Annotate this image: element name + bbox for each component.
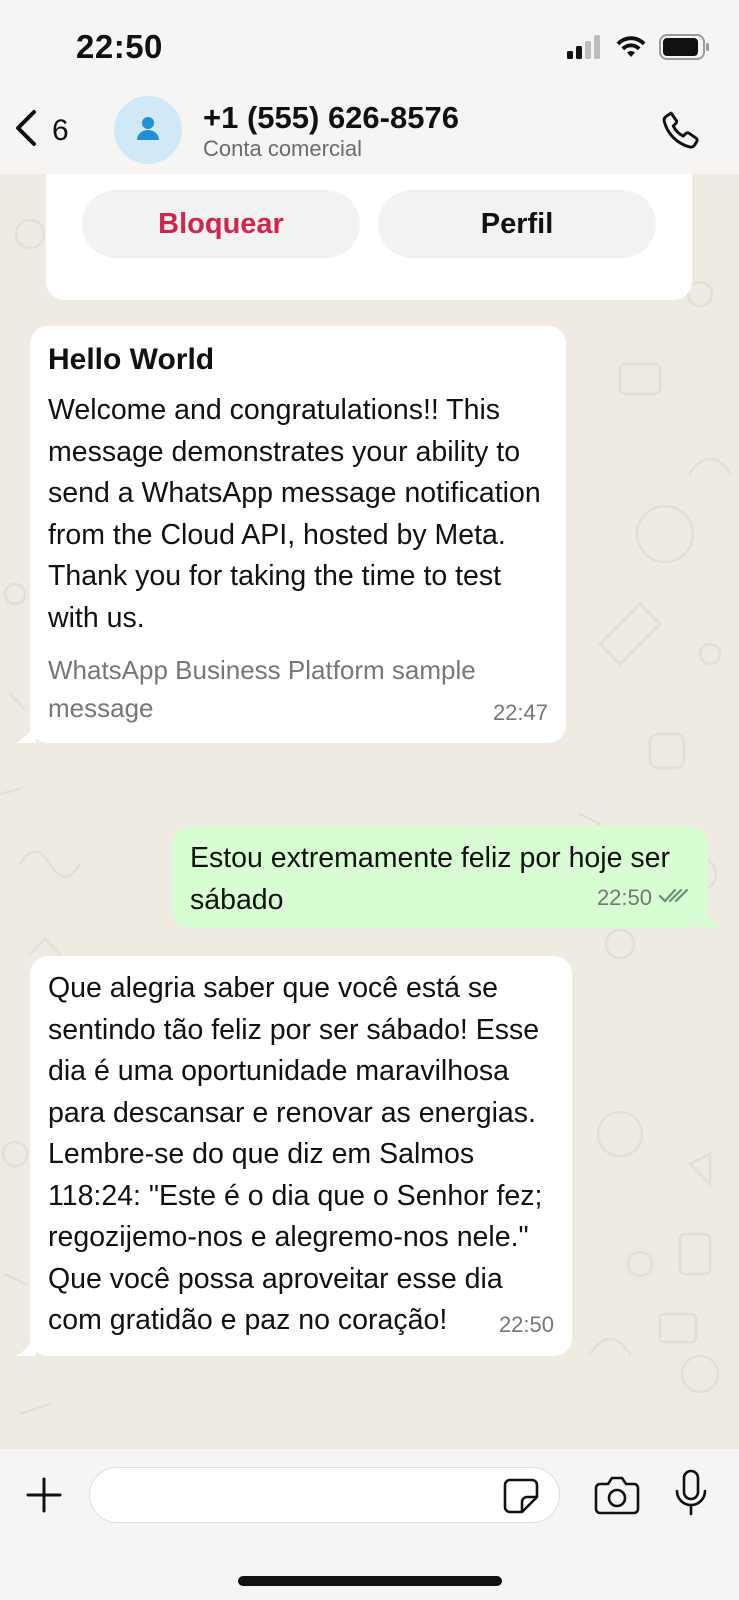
message-text: Welcome and congratulations!! This messa…	[48, 394, 541, 634]
unread-count: 6	[52, 113, 69, 147]
sticker-icon	[502, 1478, 540, 1519]
message-time: 22:50	[498, 1312, 554, 1337]
message-title: Hello World	[48, 343, 215, 376]
plus-icon	[24, 1477, 64, 1519]
contact-avatar[interactable]	[114, 96, 182, 164]
bubble-tail	[702, 906, 722, 928]
block-button[interactable]: Bloquear	[82, 190, 360, 258]
home-indicator	[238, 1576, 502, 1586]
message-bubble-outgoing[interactable]: Estou extremamente feliz por hoje ser sá…	[172, 826, 722, 928]
camera-button[interactable]	[594, 1475, 640, 1520]
camera-icon	[594, 1476, 640, 1519]
profile-button[interactable]: Perfil	[378, 190, 656, 258]
sticker-button[interactable]	[502, 1477, 540, 1520]
bubble-tail	[16, 1333, 36, 1356]
attach-button[interactable]	[24, 1475, 64, 1520]
phone-icon	[659, 111, 703, 156]
message-time: 22:50	[596, 884, 652, 910]
double-check-icon	[658, 877, 690, 919]
battery-icon	[659, 33, 711, 65]
contact-subtitle: Conta comercial	[203, 136, 362, 161]
microphone-button[interactable]	[674, 1469, 708, 1522]
wifi-icon	[615, 35, 647, 64]
signal-icon	[567, 34, 603, 64]
composer-bar	[0, 1449, 739, 1600]
message-text: Que alegria saber que você está se senti…	[48, 972, 543, 1336]
person-icon	[135, 115, 161, 146]
message-time-status: 22:50	[597, 877, 690, 919]
bubble-tail	[16, 721, 36, 743]
chat-header: 6 +1 (555) 626-8576 Conta comercial	[0, 92, 739, 174]
business-info-card: Bloquear Perfil	[46, 174, 692, 300]
message-footer: WhatsApp Business Platform sample messag…	[48, 655, 476, 723]
status-time: 22:50	[76, 28, 163, 65]
chevron-left-icon	[12, 108, 38, 153]
message-bubble-incoming[interactable]: Que alegria saber que você está se senti…	[16, 956, 572, 1356]
voice-call-button[interactable]	[659, 108, 703, 157]
status-icons	[567, 33, 711, 65]
message-input[interactable]	[89, 1467, 560, 1523]
message-bubble-incoming[interactable]: Hello World Welcome and congratulations!…	[16, 326, 566, 743]
back-button[interactable]: 6	[12, 108, 69, 153]
message-time: 22:47	[492, 699, 548, 725]
microphone-icon	[674, 1469, 708, 1521]
contact-name[interactable]: +1 (555) 626-8576	[203, 100, 459, 136]
status-bar: 22:50	[0, 0, 739, 92]
chat-area[interactable]: Bloquear Perfil Hello World Welcome and …	[0, 174, 739, 1449]
